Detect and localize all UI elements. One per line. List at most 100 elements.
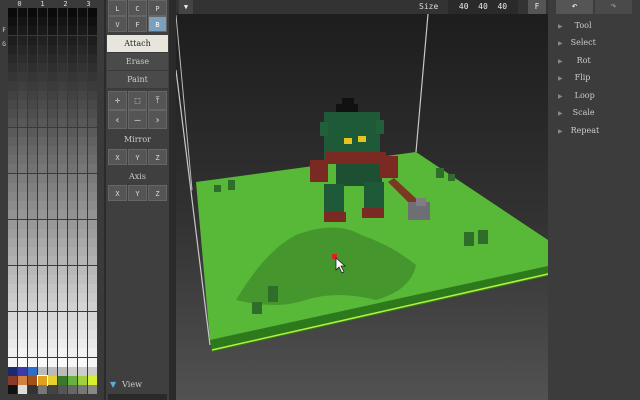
paint-button[interactable]: Paint <box>107 71 168 89</box>
palette-swatch[interactable] <box>38 348 47 358</box>
palette-swatch[interactable] <box>8 219 17 229</box>
palette-swatch[interactable] <box>38 210 47 220</box>
palette-swatch[interactable] <box>68 385 77 395</box>
palette-swatch[interactable] <box>8 136 17 146</box>
palette-swatch[interactable] <box>38 265 47 275</box>
palette-swatch[interactable] <box>78 63 87 73</box>
palette-swatch[interactable] <box>88 274 97 284</box>
palette-swatch[interactable] <box>28 376 37 385</box>
palette-swatch[interactable] <box>8 90 17 100</box>
palette-swatch[interactable] <box>88 155 97 165</box>
mirror-z-button[interactable]: Z <box>148 149 167 165</box>
palette-swatch[interactable] <box>78 256 87 266</box>
palette-swatch[interactable] <box>38 311 47 321</box>
palette-swatch[interactable] <box>38 256 47 266</box>
mode-f-button[interactable]: F <box>128 16 147 32</box>
palette-swatch[interactable] <box>78 247 87 257</box>
palette-swatch[interactable] <box>88 330 97 339</box>
palette-swatch[interactable] <box>8 155 17 165</box>
palette-swatch[interactable] <box>88 26 97 36</box>
palette-swatch[interactable] <box>78 8 87 17</box>
palette-swatch[interactable] <box>78 81 87 91</box>
palette-swatch[interactable] <box>48 238 57 247</box>
palette-swatch[interactable] <box>38 26 47 36</box>
palette-swatch[interactable] <box>38 136 47 146</box>
palette-swatch[interactable] <box>48 192 57 201</box>
palette-swatch[interactable] <box>68 81 77 91</box>
palette-swatch[interactable] <box>28 339 37 349</box>
palette-swatch[interactable] <box>58 201 67 211</box>
palette-swatch[interactable] <box>48 228 57 238</box>
palette-swatch[interactable] <box>38 366 47 376</box>
palette-swatch[interactable] <box>68 146 77 155</box>
axis-z-button[interactable]: Z <box>148 185 167 201</box>
size-input[interactable]: 40 40 40 <box>448 0 518 14</box>
mode-v-button[interactable]: V <box>108 16 127 32</box>
palette-swatch[interactable] <box>58 26 67 36</box>
palette-swatch[interactable] <box>8 35 17 45</box>
palette-swatch[interactable] <box>18 311 27 321</box>
palette-swatch[interactable] <box>68 173 77 183</box>
palette-swatch[interactable] <box>37 375 48 386</box>
mode-l-button[interactable]: L <box>108 0 127 16</box>
palette-swatch[interactable] <box>38 330 47 339</box>
palette-swatch[interactable] <box>38 302 47 312</box>
palette-swatch[interactable] <box>18 35 27 45</box>
palette-swatch[interactable] <box>28 8 37 17</box>
palette-swatch[interactable] <box>68 63 77 73</box>
palette-swatch[interactable] <box>88 81 97 91</box>
palette-swatch[interactable] <box>78 302 87 312</box>
palette-swatch[interactable] <box>18 173 27 183</box>
palette-swatch[interactable] <box>88 228 97 238</box>
palette-column-0[interactable]: 0 <box>8 0 31 8</box>
palette-swatch[interactable] <box>58 366 67 376</box>
palette-swatch[interactable] <box>68 320 77 330</box>
palette-swatch[interactable] <box>68 26 77 36</box>
palette-swatch[interactable] <box>88 182 97 192</box>
palette-swatch[interactable] <box>28 90 37 100</box>
palette-swatch[interactable] <box>48 155 57 165</box>
palette-swatch[interactable] <box>78 274 87 284</box>
palette-swatch[interactable] <box>68 265 77 275</box>
palette-swatch[interactable] <box>88 302 97 312</box>
palette-swatch[interactable] <box>58 376 67 385</box>
palette-swatch[interactable] <box>58 284 67 293</box>
mirror-y-button[interactable]: Y <box>128 149 147 165</box>
palette-swatch[interactable] <box>68 293 77 303</box>
palette-swatch[interactable] <box>28 357 37 367</box>
palette-swatch[interactable] <box>28 164 37 174</box>
palette-swatch[interactable] <box>88 357 97 367</box>
palette-swatch[interactable] <box>38 100 47 109</box>
palette-swatch[interactable] <box>18 8 27 17</box>
palette-swatch[interactable] <box>68 201 77 211</box>
palette-swatch[interactable] <box>18 63 27 73</box>
palette-swatch[interactable] <box>58 17 67 27</box>
palette-swatch[interactable] <box>88 54 97 63</box>
palette-swatch[interactable] <box>8 182 17 192</box>
palette-swatch[interactable] <box>68 339 77 349</box>
palette-swatch[interactable] <box>88 63 97 73</box>
palette-swatch[interactable] <box>88 164 97 174</box>
palette-swatch[interactable] <box>8 72 17 82</box>
palette-swatch[interactable] <box>48 35 57 45</box>
palette-swatch[interactable] <box>48 201 57 211</box>
palette-swatch[interactable] <box>58 127 67 137</box>
palette-swatch[interactable] <box>78 210 87 220</box>
palette-swatch[interactable] <box>68 330 77 339</box>
palette-swatch[interactable] <box>38 274 47 284</box>
palette-swatch[interactable] <box>28 256 37 266</box>
palette-swatch[interactable] <box>28 366 37 376</box>
palette-swatch[interactable] <box>18 54 27 63</box>
palette-swatch[interactable] <box>8 26 17 36</box>
palette-swatch[interactable] <box>78 330 87 339</box>
palette-swatch[interactable] <box>8 366 17 376</box>
palette-swatch[interactable] <box>48 256 57 266</box>
palette-swatch[interactable] <box>68 284 77 293</box>
palette-swatch[interactable] <box>88 265 97 275</box>
palette-swatch[interactable] <box>28 274 37 284</box>
palette-swatch[interactable] <box>88 72 97 82</box>
palette-swatch[interactable] <box>8 44 17 54</box>
palette-swatch[interactable] <box>28 44 37 54</box>
palette-swatch[interactable] <box>58 238 67 247</box>
palette-swatch[interactable] <box>28 182 37 192</box>
